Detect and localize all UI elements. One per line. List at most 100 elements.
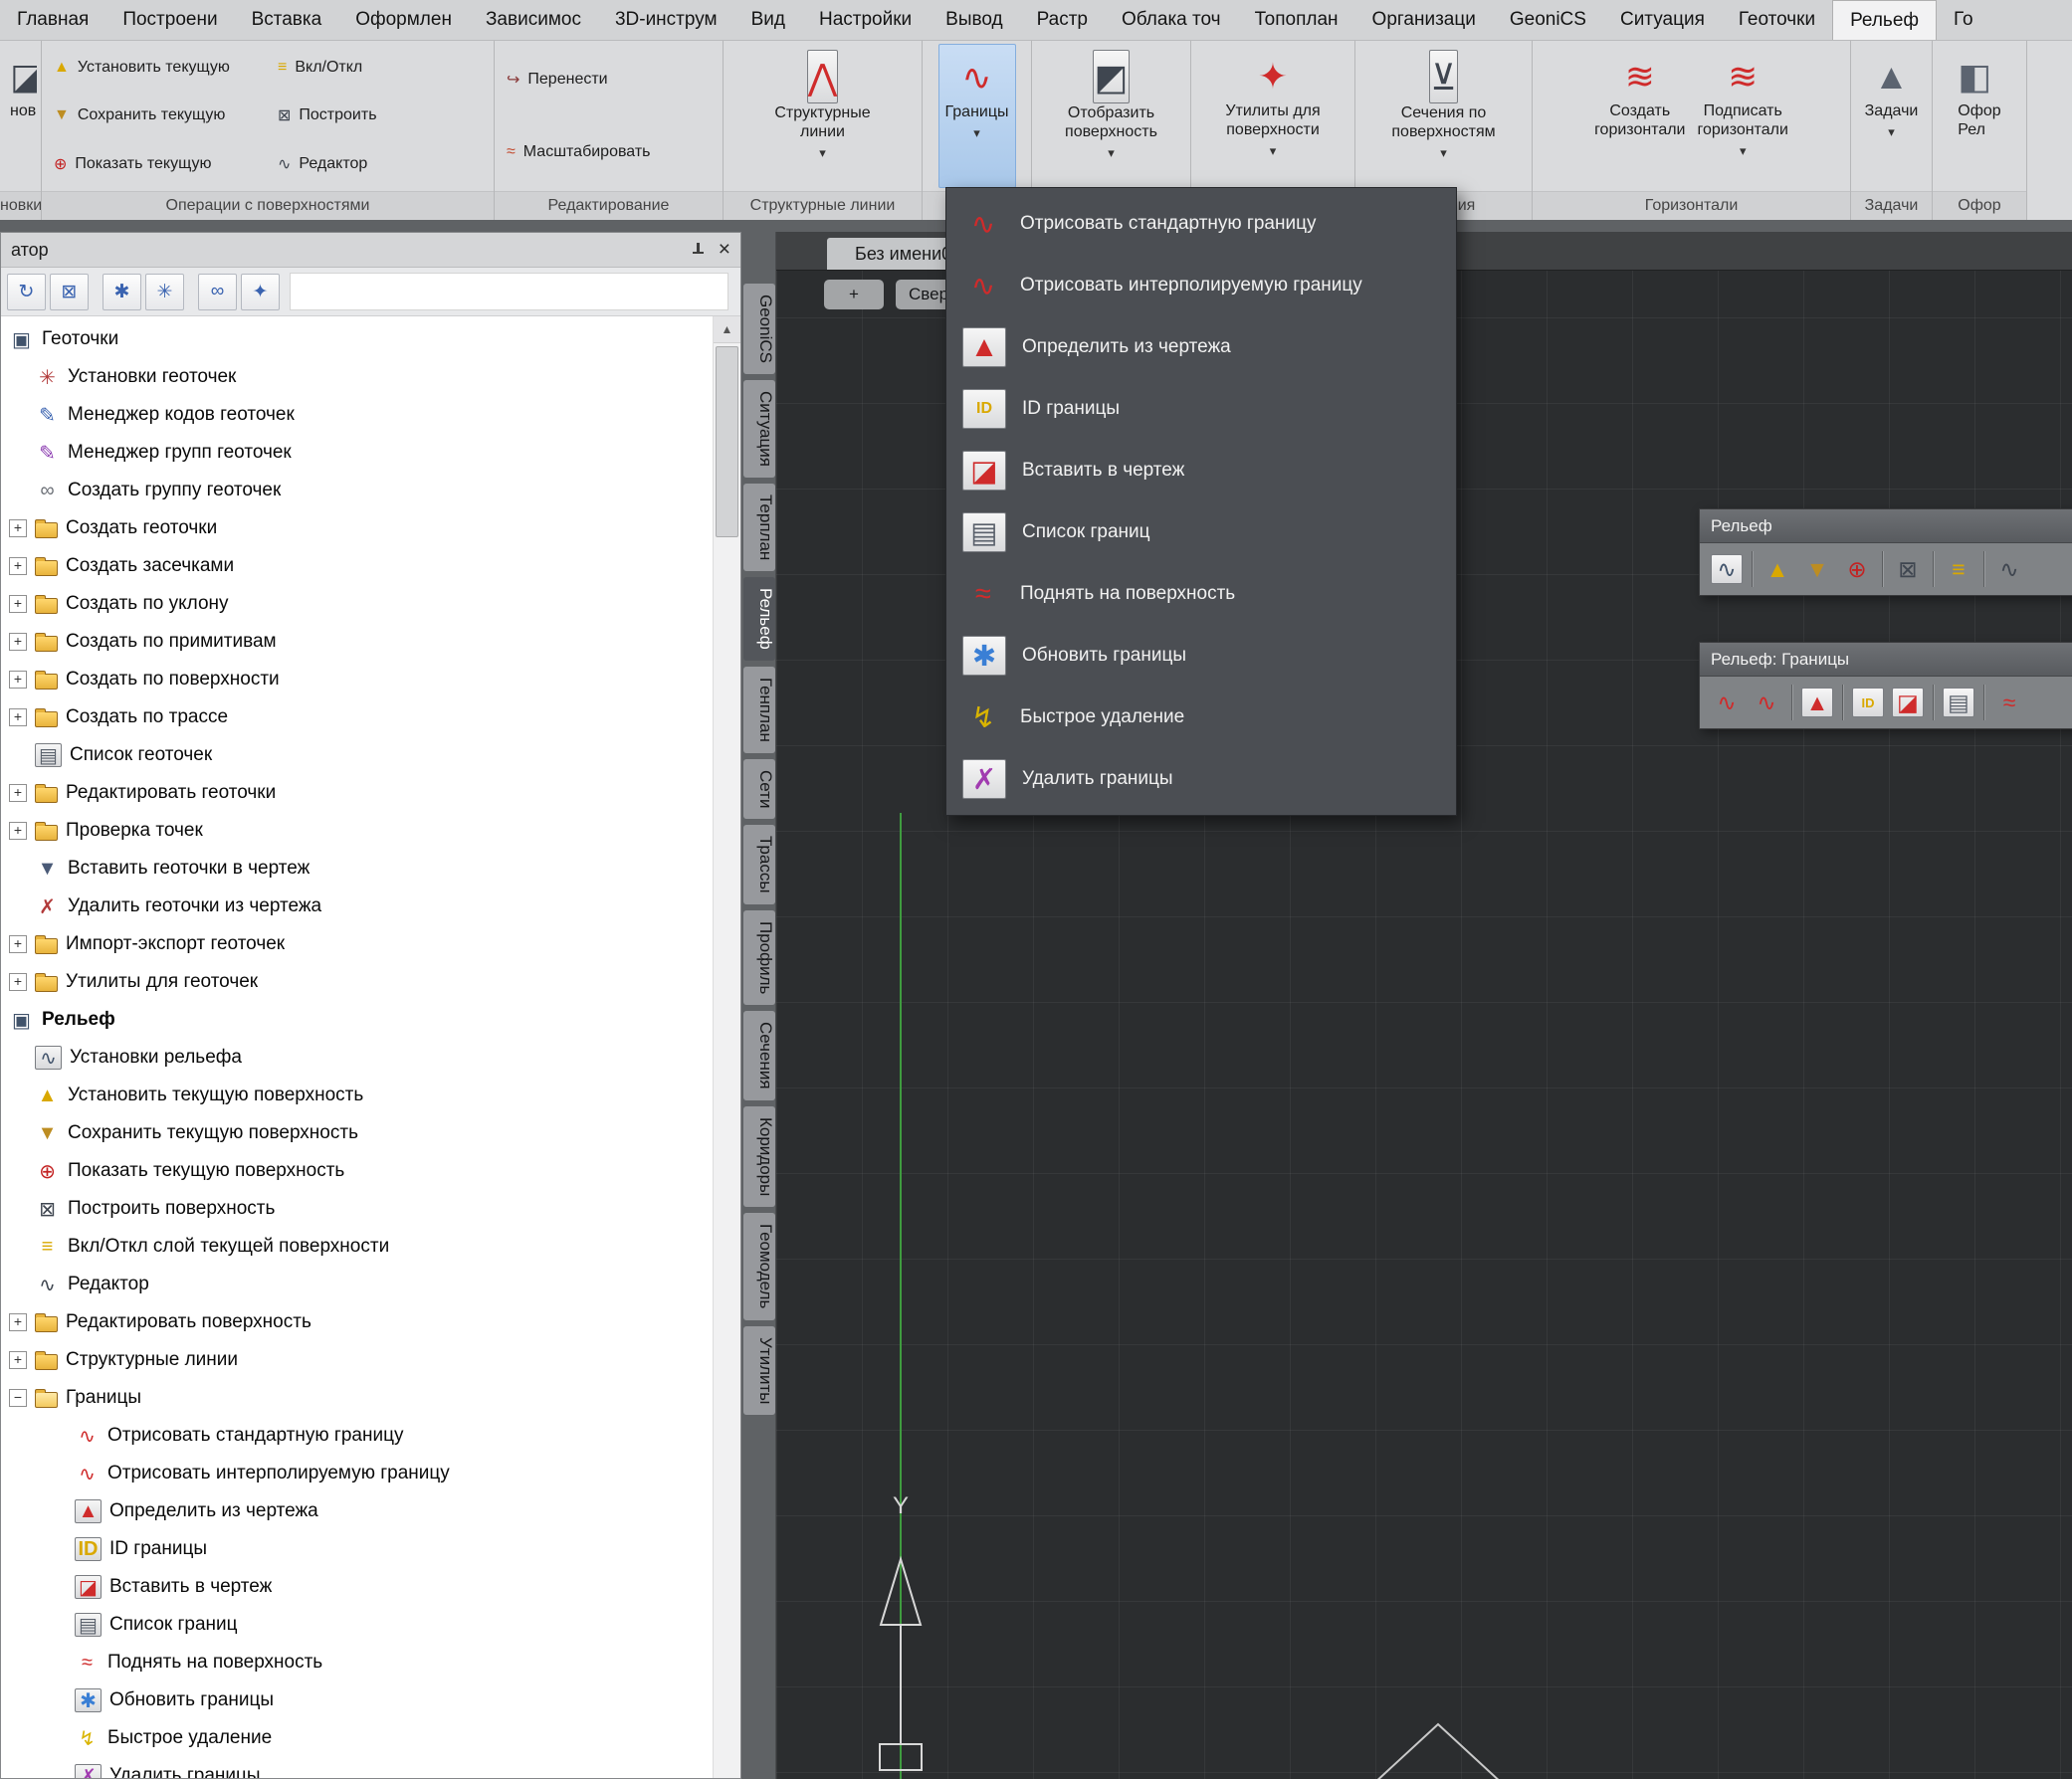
- tree-item[interactable]: +Создать по примитивам: [1, 623, 714, 661]
- tree-expander-icon[interactable]: −: [9, 1389, 27, 1407]
- tree-item[interactable]: ⊕Показать текущую поверхность: [1, 1152, 714, 1190]
- tree-expander-icon[interactable]: +: [9, 973, 27, 991]
- toggle-layers-button[interactable]: ≡: [1939, 548, 1978, 590]
- floating-toolbar-relief[interactable]: Рельеф ∿▲▼⊕⊠≡∿: [1699, 508, 2072, 596]
- ribbon-large-button[interactable]: ⋀Структурные линии▾: [768, 44, 876, 188]
- dropdown-item-0[interactable]: ∿Отрисовать стандартную границу: [946, 193, 1456, 255]
- tree-item[interactable]: ▼Сохранить текущую поверхность: [1, 1114, 714, 1152]
- tree-expander-icon[interactable]: +: [9, 519, 27, 537]
- tree-expander-icon[interactable]: +: [9, 633, 27, 651]
- menu-tab-3[interactable]: Оформлен: [338, 0, 469, 40]
- ribbon-small-button[interactable]: ≈Масштабировать: [499, 116, 719, 189]
- tree-item[interactable]: ∿Редактор: [1, 1266, 714, 1303]
- list-button[interactable]: ▤: [1939, 682, 1978, 723]
- tree-item[interactable]: ⊠Построить поверхность: [1, 1190, 714, 1228]
- tree-item[interactable]: ∿Установки рельефа: [1, 1039, 714, 1077]
- define-drawing-button[interactable]: ▲: [1797, 682, 1837, 723]
- boundary-red2-button[interactable]: ∿: [1747, 682, 1786, 723]
- workspace-tab-2[interactable]: Терплан: [743, 484, 775, 571]
- tree-expander-icon[interactable]: +: [9, 708, 27, 726]
- tree-item[interactable]: ∞Создать группу геоточек: [1, 472, 714, 509]
- tree-item[interactable]: ▣Рельеф: [1, 1001, 714, 1039]
- tree-expander-icon[interactable]: +: [9, 1351, 27, 1369]
- ribbon-large-button[interactable]: ◪новки: [4, 44, 37, 188]
- raise-surface-button[interactable]: ≈: [1989, 682, 2029, 723]
- workspace-tab-8[interactable]: Сечения: [743, 1011, 775, 1100]
- tree-item[interactable]: +Проверка точек: [1, 812, 714, 850]
- ribbon-small-button[interactable]: ↪Перенести: [499, 44, 719, 116]
- tree-item[interactable]: ▼Вставить геоточки в чертеж: [1, 850, 714, 888]
- menu-tab-9[interactable]: Растр: [1020, 0, 1105, 40]
- tree-item[interactable]: ✗Удалить границы: [1, 1757, 714, 1778]
- ribbon-small-button[interactable]: ▼Сохранить текущую: [46, 92, 266, 139]
- save-current-button[interactable]: ▼: [1797, 548, 1837, 590]
- tree-item[interactable]: +Структурные линии: [1, 1341, 714, 1379]
- dropdown-item-9[interactable]: ✗Удалить границы: [946, 748, 1456, 810]
- menu-tab-15[interactable]: Геоточки: [1722, 0, 1832, 40]
- refresh-button[interactable]: ↻: [7, 274, 46, 310]
- menu-tab-7[interactable]: Настройки: [802, 0, 929, 40]
- tree-item[interactable]: ▲Установить текущую поверхность: [1, 1077, 714, 1114]
- tree-item[interactable]: +Создать по уклону: [1, 585, 714, 623]
- ribbon-large-button[interactable]: ⊻Сечения по поверхностям▾: [1385, 44, 1501, 188]
- relief-settings-button[interactable]: ∿: [1707, 548, 1747, 590]
- build-surface-button[interactable]: ⊠: [1888, 548, 1928, 590]
- workspace-tab-9[interactable]: Коридоры: [743, 1106, 775, 1207]
- menu-tab-11[interactable]: Топоплан: [1238, 0, 1355, 40]
- ribbon-small-button[interactable]: ⊠Построить: [270, 92, 490, 139]
- dropdown-item-3[interactable]: IDID границы: [946, 378, 1456, 440]
- menu-tab-4[interactable]: Зависимос: [469, 0, 598, 40]
- scrollbar-thumb[interactable]: [716, 346, 738, 537]
- find-button[interactable]: ∞: [198, 274, 237, 310]
- dropdown-item-8[interactable]: ↯Быстрое удаление: [946, 687, 1456, 748]
- ribbon-large-button[interactable]: ≋Подписать горизонтали▾: [1692, 44, 1794, 188]
- tree-scrollbar[interactable]: ▲: [713, 316, 740, 1778]
- tree-item[interactable]: ∿Отрисовать интерполируемую границу: [1, 1455, 714, 1492]
- editor-button[interactable]: ∿: [1989, 548, 2029, 590]
- ribbon-large-button[interactable]: ◩Отобразить поверхность▾: [1059, 44, 1163, 188]
- dropdown-item-1[interactable]: ∿Отрисовать интерполируемую границу: [946, 255, 1456, 316]
- workspace-tab-4[interactable]: Генплан: [743, 667, 775, 753]
- ribbon-small-button[interactable]: ⊕Показать текущую: [46, 140, 266, 188]
- menu-tab-12[interactable]: Организаци: [1355, 0, 1493, 40]
- menu-tab-10[interactable]: Облака точ: [1105, 0, 1238, 40]
- ribbon-large-button[interactable]: ▲Задачи▾: [1859, 44, 1925, 188]
- settings-a-button[interactable]: ✱: [103, 274, 141, 310]
- ribbon-large-button[interactable]: ✦Утилиты для поверхности▾: [1219, 44, 1326, 188]
- tree-item[interactable]: ▤Список геоточек: [1, 736, 714, 774]
- menu-tab-14[interactable]: Ситуация: [1603, 0, 1722, 40]
- pin-icon[interactable]: [692, 243, 705, 257]
- tree-item[interactable]: −Границы: [1, 1379, 714, 1417]
- workspace-tab-10[interactable]: Геомодель: [743, 1213, 775, 1319]
- tree-expander-icon[interactable]: +: [9, 671, 27, 689]
- menu-tab-6[interactable]: Вид: [734, 0, 802, 40]
- tree-expander-icon[interactable]: +: [9, 557, 27, 575]
- tree-item[interactable]: ✗Удалить геоточки из чертежа: [1, 888, 714, 925]
- close-icon[interactable]: ×: [719, 240, 730, 260]
- workspace-tab-1[interactable]: Ситуация: [743, 380, 775, 478]
- tree-item[interactable]: ▤Список границ: [1, 1606, 714, 1644]
- show-current-button[interactable]: ⊕: [1837, 548, 1877, 590]
- tree-item[interactable]: ◪Вставить в чертеж: [1, 1568, 714, 1606]
- tree-item[interactable]: +Создать засечками: [1, 547, 714, 585]
- tree-expander-icon[interactable]: +: [9, 595, 27, 613]
- tree-item[interactable]: ✎Менеджер кодов геоточек: [1, 396, 714, 434]
- tree-item[interactable]: ▲Определить из чертежа: [1, 1492, 714, 1530]
- menu-tab-0[interactable]: Главная: [0, 0, 105, 40]
- clear-button[interactable]: ⊠: [50, 274, 89, 310]
- tree-item[interactable]: ≡Вкл/Откл слой текущей поверхности: [1, 1228, 714, 1266]
- dropdown-item-4[interactable]: ◪Вставить в чертеж: [946, 440, 1456, 501]
- floating-toolbar-boundaries-title[interactable]: Рельеф: Границы: [1700, 643, 2072, 677]
- dropdown-item-2[interactable]: ▲Определить из чертежа: [946, 316, 1456, 378]
- id-boundary-button[interactable]: ID: [1848, 682, 1888, 723]
- boundary-red-button[interactable]: ∿: [1707, 682, 1747, 723]
- tree-item[interactable]: ↯Быстрое удаление: [1, 1719, 714, 1757]
- menu-tab-1[interactable]: Построени: [105, 0, 234, 40]
- options-button[interactable]: ✦: [241, 274, 280, 310]
- tree-item[interactable]: +Импорт-экспорт геоточек: [1, 925, 714, 963]
- tree-item[interactable]: +Создать по поверхности: [1, 661, 714, 698]
- workspace-tab-5[interactable]: Сети: [743, 759, 775, 819]
- scroll-up-icon[interactable]: ▲: [714, 316, 740, 343]
- menu-tab-8[interactable]: Вывод: [929, 0, 1019, 40]
- tree-item[interactable]: +Редактировать поверхность: [1, 1303, 714, 1341]
